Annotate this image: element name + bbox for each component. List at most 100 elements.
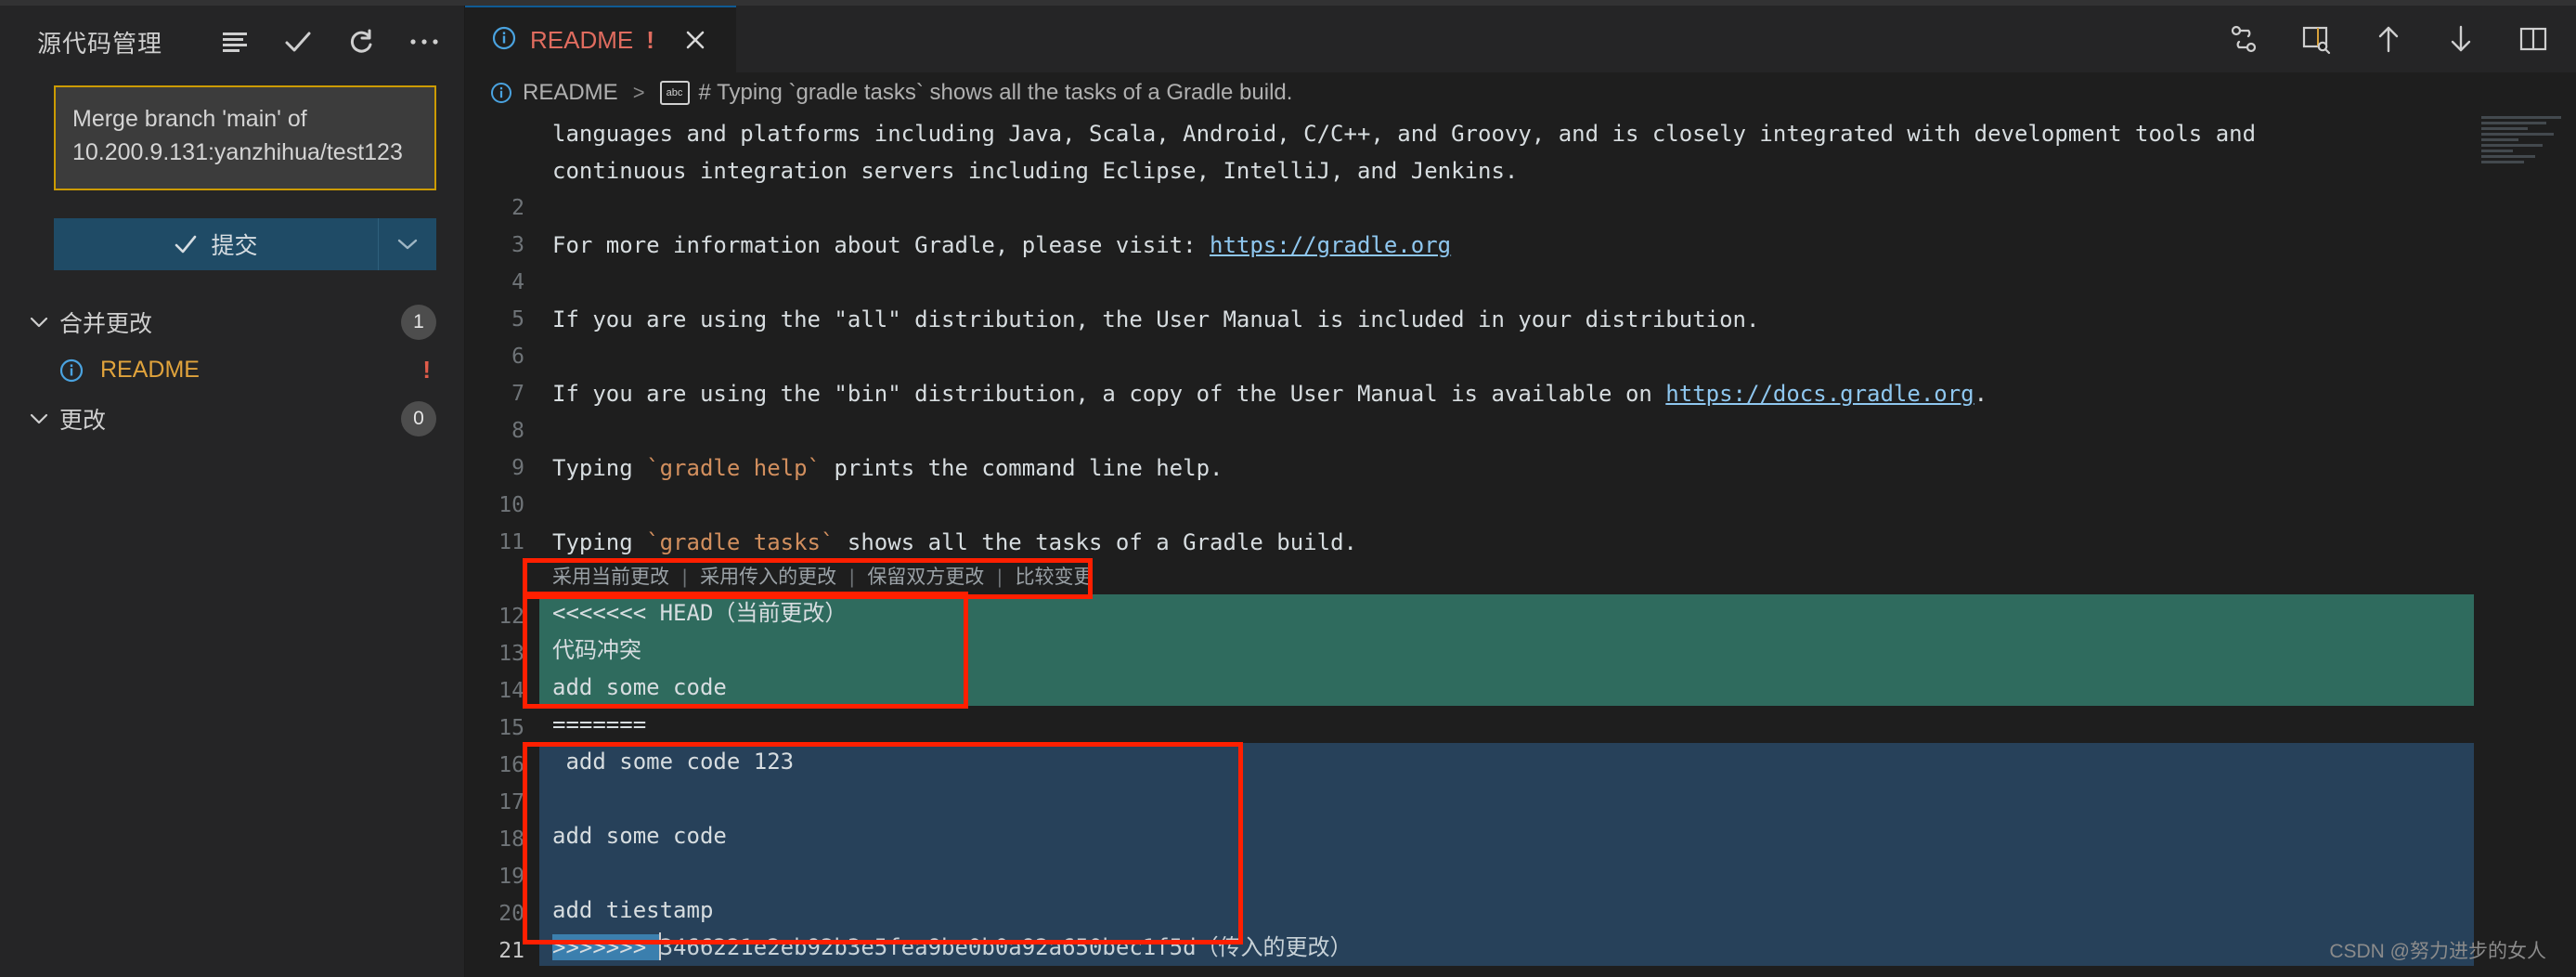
code-line: Typing `gradle tasks` shows all the task… [539,524,2576,561]
conflict-current-line: 代码冲突 [539,632,2576,669]
line-number: 21 [498,939,524,963]
code-line: Typing `gradle help` prints the command … [539,449,2576,487]
conflict-separator-line: ======= [552,711,647,737]
open-preview-icon[interactable] [2298,20,2335,58]
line-number: 6 [511,345,524,369]
line-number: 2 [511,196,524,220]
breadcrumb: README > abc # Typing `gradle tasks` sho… [465,72,2576,113]
code-lines: languages and platforms including Java, … [539,113,2576,977]
tab-close-icon[interactable] [677,21,714,59]
code-line: languages and platforms including Java, … [552,121,2257,147]
link-docs-gradle-org[interactable]: https://docs.gradle.org [1665,381,1974,407]
line-number: 4 [511,270,524,294]
commit-message-text: Merge branch 'main' of 10.200.9.131:yanz… [72,106,403,166]
next-change-icon[interactable] [2442,20,2479,58]
conflict-current-line: add some code [539,669,2576,706]
commit-button[interactable]: 提交 [54,217,379,270]
code-text: If you are using the "bin" distribution,… [552,381,1666,407]
conflict-current-marker-line: <<<<<<< HEAD（当前更改） [539,594,2576,632]
breadcrumb-file[interactable]: README [489,80,618,106]
tab-readme[interactable]: README ! [465,6,736,72]
commit-button-group: 提交 [54,217,436,270]
line-number: 16 [498,753,524,777]
compare-changes-action[interactable]: 比较变更 [1015,567,1093,588]
inline-code-gradle-tasks: `gradle tasks` [646,529,835,555]
watermark: CSDN @努力进步的女人 [2329,941,2546,962]
tab-label: README [530,25,634,54]
merge-conflict-codelens: 采用当前更改 | 采用传入的更改 | 保留双方更改 | 比较变更 [539,561,2576,594]
line-number: 10 [498,493,524,517]
accept-both-changes-action[interactable]: 保留双方更改 [867,567,984,588]
sidebar-title: 源代码管理 [37,29,163,58]
line-number: 18 [498,827,524,852]
compare-changes-icon[interactable] [2225,20,2262,58]
code-text: For more information about Gradle, pleas… [552,232,1210,258]
editor-group: README ! README > abc # Typing `gradle t… [465,6,2576,977]
accept-incoming-change-action[interactable]: 采用传入的更改 [700,567,836,588]
lens-separator: | [997,567,1003,588]
line-number: 5 [511,307,524,332]
changes-count-badge: 0 [401,400,436,436]
code-text: shows all the tasks of a Gradle build. [834,529,1357,555]
line-number: 20 [498,902,524,926]
code-line: If you are using the "bin" distribution,… [539,375,2576,412]
text-editor[interactable]: 2 3 4 5 6 7 8 9 10 11 . 12 13 14 [465,113,2576,977]
lens-separator: | [681,567,688,588]
scm-file-readme[interactable]: README ! [0,346,464,395]
merge-changes-count-badge: 1 [401,304,436,340]
conflict-marker: ! [422,356,431,384]
breadcrumb-symbol[interactable]: abc # Typing `gradle tasks` shows all th… [659,80,1293,106]
scm-group-label: 更改 [59,407,107,434]
split-editor-icon[interactable] [2515,20,2552,58]
commit-dropdown-button[interactable] [379,218,436,270]
commit-button-label: 提交 [211,232,258,259]
info-icon [489,81,513,105]
refresh-icon[interactable] [345,26,377,58]
line-number: 22 [465,970,524,977]
line-number-gutter: 2 3 4 5 6 7 8 9 10 11 . 12 13 14 [465,113,539,977]
incoming-label: （传入的更改） [1196,934,1353,960]
scm-group-merge-changes[interactable]: 合并更改 1 [0,298,464,346]
chevron-down-icon [22,315,56,330]
commit-message-input[interactable]: Merge branch 'main' of 10.200.9.131:yanz… [54,85,436,190]
code-line: If you are using the "all" distribution,… [552,306,1760,332]
breadcrumb-symbol-label: # Typing `gradle tasks` shows all the ta… [698,80,1293,105]
info-icon [491,25,517,56]
scm-file-label: README [100,357,200,383]
source-control-sidebar: 源代码管理 Merge branch 'main' of 10.200.9.13… [0,6,465,977]
editor-toolbar [2225,6,2576,72]
incoming-commit-hash: 3466221e2eb92b3e5fea9be0b0a92a650bec1f5d [659,934,1197,960]
line-number: 14 [498,679,524,703]
link-gradle-org[interactable]: https://gradle.org [1210,232,1451,258]
check-icon[interactable] [282,26,314,58]
line-number [465,115,524,152]
line-number: 17 [498,790,524,814]
check-icon [175,235,197,253]
conflict-incoming-line [539,854,2576,892]
code-text: Typing [552,455,647,481]
lens-separator: | [849,567,855,588]
line-number: 8 [511,419,524,443]
view-as-list-icon[interactable] [219,26,251,58]
more-actions-icon[interactable] [408,26,440,58]
previous-change-icon[interactable] [2370,20,2407,58]
line-number: 9 [511,456,524,480]
breadcrumb-file-label: README [523,80,618,105]
line-number: 13 [498,642,524,666]
abc-symbol-icon: abc [659,81,690,105]
code-text: prints the command line help. [821,455,1223,481]
scm-group-changes[interactable]: 更改 0 [0,395,464,443]
editor-tab-bar: README ! [465,6,2576,72]
scm-resource-tree: 合并更改 1 README ! 更改 0 [0,298,464,443]
editor-vertical-scrollbar[interactable] [2563,113,2576,977]
workbench-body: 源代码管理 Merge branch 'main' of 10.200.9.13… [0,6,2576,977]
line-number: 12 [498,605,524,629]
accept-current-change-action[interactable]: 采用当前更改 [552,567,669,588]
conflict-incoming-line [539,780,2576,817]
incoming-marker-arrows: >>>>>>> [552,934,660,960]
